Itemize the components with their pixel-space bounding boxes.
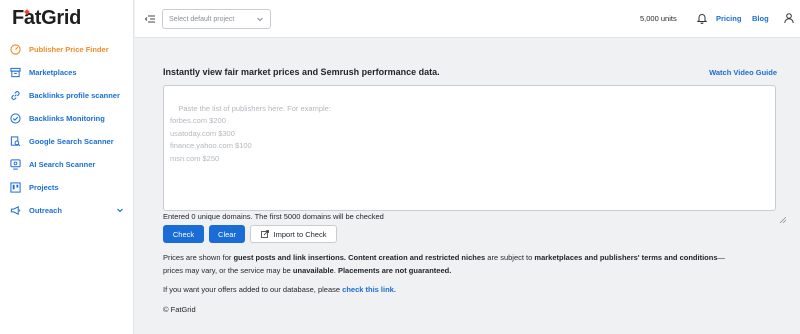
logo-text: FatGrid — [12, 6, 82, 29]
page-heading: Instantly view fair market prices and Se… — [163, 67, 440, 77]
resize-handle-icon[interactable] — [767, 202, 786, 223]
notice-bold: marketplaces and publishers' terms and c… — [534, 253, 718, 262]
units-balance: 5,000 units — [640, 14, 677, 23]
sidebar-item-backlinks-monitoring[interactable]: Backlinks Monitoring — [0, 107, 134, 130]
sidebar-item-label: Backlinks Monitoring — [29, 114, 105, 123]
chevron-down-icon — [256, 15, 264, 25]
sidebar-item-ai-search-scanner[interactable]: AI Search Scanner — [0, 153, 134, 176]
notice-text: Prices are shown for — [163, 253, 234, 262]
board-icon — [10, 182, 21, 193]
domain-count-status: Entered 0 unique domains. The first 5000… — [163, 212, 384, 221]
offers-notice: If you want your offers added to our dat… — [163, 284, 777, 297]
check-circle-icon — [10, 113, 21, 124]
sidebar-item-label: Outreach — [29, 206, 62, 215]
fatgrid-logo[interactable]: FatGrid — [12, 6, 122, 30]
notice-bold: unavailable — [292, 265, 334, 275]
watch-video-guide-link[interactable]: Watch Video Guide — [709, 68, 777, 77]
notice-bold: Content creation and restricted niches — [348, 253, 486, 262]
pricing-notice: Prices are shown for guest posts and lin… — [163, 252, 777, 277]
sidebar-item-label: Projects — [29, 183, 59, 192]
check-button[interactable]: Check — [163, 225, 204, 243]
sidebar-item-label: Google Search Scanner — [29, 137, 114, 146]
default-project-select[interactable]: Select default project — [162, 9, 271, 29]
import-to-check-button[interactable]: Import to Check — [250, 225, 337, 243]
sidebar-item-label: Marketplaces — [29, 68, 77, 77]
sidebar-item-outreach[interactable]: Outreach — [0, 199, 134, 222]
chevron-down-icon[interactable] — [116, 206, 124, 216]
copyright: © FatGrid — [163, 305, 196, 314]
notice-bold: Placements are not guaranteed. — [337, 265, 452, 275]
search-doc-icon — [10, 136, 21, 147]
check-this-link[interactable]: check this link. — [342, 285, 396, 294]
sidebar-nav: Publisher Price Finder Marketplaces Back… — [0, 38, 134, 222]
bell-icon[interactable] — [696, 12, 708, 24]
sidebar-item-label: AI Search Scanner — [29, 160, 96, 169]
textarea-placeholder: Paste the list of publishers here. For e… — [170, 103, 331, 163]
archive-icon — [10, 67, 21, 78]
user-icon[interactable] — [783, 12, 795, 24]
select-placeholder: Select default project — [169, 15, 235, 23]
pricing-link[interactable]: Pricing — [716, 14, 741, 23]
notice-text: are subject to — [485, 253, 535, 262]
sidebar-item-google-search-scanner[interactable]: Google Search Scanner — [0, 130, 134, 153]
sidebar-item-projects[interactable]: Projects — [0, 176, 134, 199]
megaphone-icon — [10, 205, 21, 216]
import-icon — [260, 230, 269, 238]
notice-text: prices may vary, or the service may be — [163, 265, 293, 275]
notice-bold: guest posts and link insertions. — [233, 253, 346, 262]
collapse-sidebar-icon[interactable] — [144, 13, 156, 25]
sidebar-item-label: Publisher Price Finder — [29, 45, 109, 54]
sidebar-item-label: Backlinks profile scanner — [29, 91, 120, 100]
sidebar: FatGrid Publisher Price Finder Marketpla… — [0, 0, 134, 334]
clear-button[interactable]: Clear — [209, 225, 245, 243]
sidebar-item-backlinks-profile-scanner[interactable]: Backlinks profile scanner — [0, 84, 134, 107]
notice-text: — — [717, 253, 726, 262]
ai-scan-icon — [10, 159, 21, 170]
sidebar-item-marketplaces[interactable]: Marketplaces — [0, 61, 134, 84]
blog-link[interactable]: Blog — [752, 14, 769, 23]
gauge-icon — [10, 44, 21, 55]
sidebar-item-publisher-price-finder[interactable]: Publisher Price Finder — [0, 38, 134, 61]
link-icon — [10, 90, 21, 101]
offers-text: If you want your offers added to our dat… — [163, 285, 343, 294]
import-label: Import to Check — [273, 229, 327, 239]
publishers-textarea[interactable]: Paste the list of publishers here. For e… — [163, 85, 786, 223]
top-bar: Select default project 5,000 units Prici… — [135, 0, 800, 38]
